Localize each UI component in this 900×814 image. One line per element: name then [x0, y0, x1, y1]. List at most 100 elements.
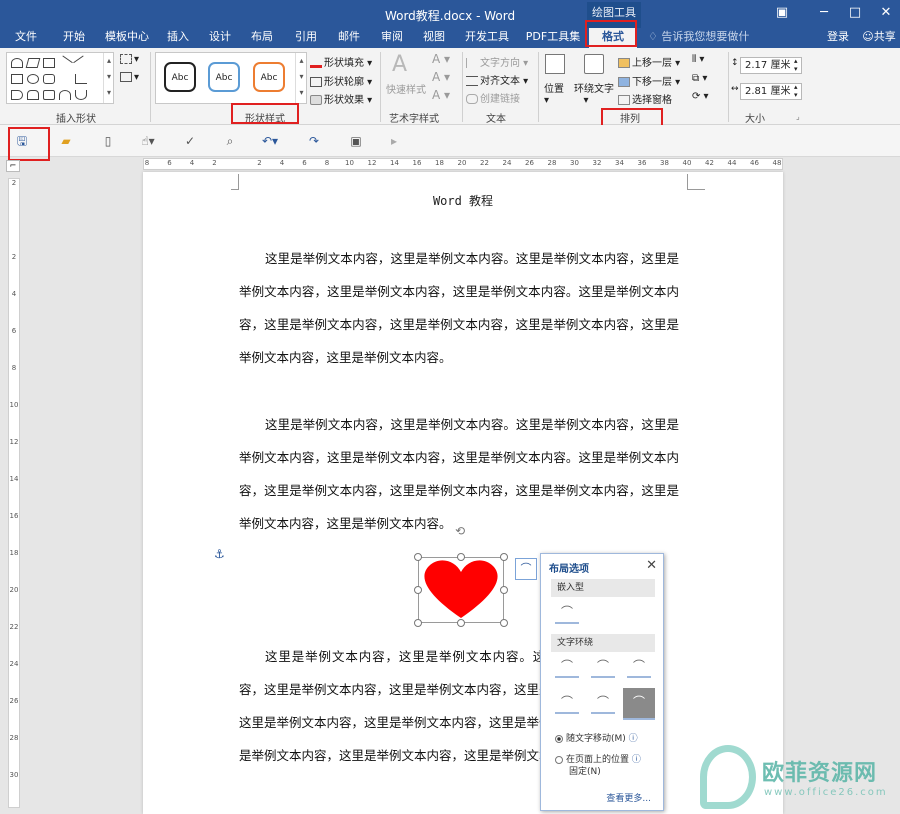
- position-button[interactable]: 位置 ▾: [544, 80, 564, 106]
- heart-shape[interactable]: [418, 557, 504, 623]
- text-direction-button[interactable]: 文字方向 ▾: [466, 54, 528, 69]
- style-preview-blue[interactable]: Abc: [208, 62, 240, 92]
- arc-shape-icon[interactable]: [59, 90, 71, 100]
- heart-shape-icon[interactable]: [11, 58, 23, 68]
- shape-outline-button[interactable]: 形状轮廓 ▾: [310, 73, 372, 88]
- anchor-icon[interactable]: ⚓: [214, 547, 225, 561]
- triangle-shape-icon[interactable]: [59, 74, 71, 84]
- wrap-behind-text-icon[interactable]: ⌒: [591, 694, 615, 714]
- wrap-inline-icon[interactable]: ⌒: [555, 604, 579, 624]
- tab-insert[interactable]: 插入: [162, 28, 194, 48]
- tab-layout[interactable]: 布局: [246, 28, 278, 48]
- resize-handle-s[interactable]: [457, 619, 465, 627]
- width-input[interactable]: 2.81 厘米: [740, 83, 802, 100]
- quick-styles-button[interactable]: 快速样式: [386, 81, 426, 96]
- info-icon[interactable]: ⓘ: [629, 734, 638, 744]
- share-button[interactable]: ☺共享: [858, 28, 900, 48]
- resize-handle-sw[interactable]: [414, 619, 422, 627]
- shape-fill-button[interactable]: 形状填充 ▾: [310, 54, 372, 69]
- wrap-tight-icon[interactable]: ⌒: [591, 658, 615, 678]
- tab-pdf-tools[interactable]: PDF工具集: [524, 28, 582, 48]
- line-shape-icon[interactable]: [57, 55, 73, 71]
- layout-options-button[interactable]: ⌒: [515, 558, 537, 580]
- resize-handle-n[interactable]: [457, 553, 465, 561]
- minimize-button[interactable]: ─: [812, 4, 836, 22]
- document-page[interactable]: Word 教程 这里是举例文本内容，这里是举例文本内容。这里是举例文本内容，这里…: [143, 172, 783, 814]
- curve-shape-icon[interactable]: [75, 90, 87, 100]
- rotation-handle-icon[interactable]: ⟲: [455, 524, 465, 538]
- elbow-connector-shape-icon[interactable]: [75, 74, 87, 84]
- tab-view[interactable]: 视图: [418, 28, 450, 48]
- spelling-check-icon[interactable]: ✓: [182, 133, 198, 149]
- resize-handle-e[interactable]: [500, 586, 508, 594]
- gallery-scroll[interactable]: ▴ ▾ ▾: [103, 53, 114, 103]
- flowchart-shape-icon[interactable]: [43, 90, 55, 100]
- tab-review[interactable]: 审阅: [376, 28, 408, 48]
- see-more-link[interactable]: 查看更多...: [606, 791, 651, 804]
- shape-effects-button[interactable]: 形状效果 ▾: [310, 91, 372, 106]
- paragraph-1[interactable]: 这里是举例文本内容，这里是举例文本内容。这里是举例文本内容，这里是举例文本内容，…: [239, 242, 679, 374]
- align-button[interactable]: ⫴ ▾: [692, 54, 704, 65]
- parallelogram-shape-icon[interactable]: [25, 58, 41, 68]
- maximize-button[interactable]: □: [843, 4, 867, 22]
- login-link[interactable]: 登录: [822, 28, 854, 48]
- bring-forward-button[interactable]: 上移一层 ▾: [618, 54, 680, 69]
- rectangle-shape-icon[interactable]: [43, 58, 55, 68]
- horizontal-ruler[interactable]: 8 6 4 2 2 4 6 8 10 12 14 16 18 20 22 24 26 28 30 32 34 36 38 40…: [143, 158, 783, 170]
- arrow-shape-icon[interactable]: [11, 90, 23, 100]
- radio-fix-position[interactable]: [555, 755, 563, 764]
- more-commands-icon[interactable]: ▸: [386, 133, 402, 149]
- send-backward-button[interactable]: 下移一层 ▾: [618, 73, 680, 88]
- tab-design[interactable]: 设计: [204, 28, 236, 48]
- ribbon-display-icon[interactable]: ▣: [770, 4, 794, 22]
- tell-me-search[interactable]: ♢ 告诉我您想要做什么...: [648, 28, 768, 61]
- styles-scroll[interactable]: ▴ ▾ ▾: [295, 53, 307, 103]
- width-spinner[interactable]: ▴ ▾: [794, 83, 798, 99]
- group-button[interactable]: ⧉ ▾: [692, 73, 707, 84]
- option-move-with-text[interactable]: 随文字移动(M) ⓘ: [555, 731, 638, 744]
- vertical-ruler[interactable]: 2 2 4 6 8 10 12 14 16 18 20 22 24 26 28 30: [8, 178, 20, 808]
- redo-icon[interactable]: ↷: [306, 133, 322, 149]
- resize-handle-se[interactable]: [500, 619, 508, 627]
- rect-shape-icon-2[interactable]: [11, 74, 23, 84]
- size-dialog-launcher-icon[interactable]: ⌟: [796, 112, 800, 121]
- text-box-button[interactable]: ▾: [120, 72, 139, 83]
- touch-mode-icon[interactable]: ☝▾: [140, 133, 156, 149]
- tab-selector-icon[interactable]: ⌐: [6, 160, 20, 172]
- selection-pane-button[interactable]: 选择窗格: [618, 91, 672, 106]
- wrap-text-button[interactable]: 环绕文字 ▾: [574, 80, 614, 106]
- close-icon[interactable]: ✕: [646, 558, 657, 573]
- document-title[interactable]: Word 教程: [143, 192, 783, 209]
- tab-developer[interactable]: 开发工具: [462, 28, 512, 48]
- wrap-square-icon[interactable]: ⌒: [555, 658, 579, 678]
- undo-icon[interactable]: ↶▾: [262, 133, 278, 149]
- shape-gallery[interactable]: ▴ ▾ ▾: [6, 52, 114, 104]
- tab-templates[interactable]: 模板中心: [100, 28, 154, 48]
- close-button[interactable]: ✕: [874, 4, 898, 22]
- info-icon-2[interactable]: ⓘ: [632, 755, 641, 765]
- paragraph-2[interactable]: 这里是举例文本内容，这里是举例文本内容。这里是举例文本内容，这里是举例文本内容，…: [239, 408, 679, 540]
- tab-home[interactable]: 开始: [55, 28, 93, 48]
- create-link-button[interactable]: 创建链接: [466, 90, 520, 105]
- align-text-button[interactable]: 对齐文本 ▾: [466, 72, 528, 87]
- height-input[interactable]: 2.17 厘米: [740, 57, 802, 74]
- shape-styles-gallery[interactable]: Abc Abc Abc ▴ ▾ ▾: [155, 52, 307, 104]
- resize-handle-nw[interactable]: [414, 553, 422, 561]
- tab-file[interactable]: 文件: [8, 28, 44, 48]
- open-folder-icon[interactable]: ▰: [58, 133, 74, 149]
- print-preview-icon[interactable]: ⌕: [222, 133, 238, 149]
- wrap-through-icon[interactable]: ⌒: [627, 658, 651, 678]
- tab-references[interactable]: 引用: [290, 28, 322, 48]
- new-document-icon[interactable]: ▯: [100, 133, 116, 149]
- rounded-rect-shape-icon[interactable]: [43, 74, 55, 84]
- customize-toolbar-icon[interactable]: ▣: [348, 133, 364, 149]
- text-fill-icon[interactable]: A ▾: [432, 52, 450, 66]
- style-preview-orange[interactable]: Abc: [253, 62, 285, 92]
- radio-move-with-text[interactable]: [555, 734, 563, 743]
- text-effects-icon[interactable]: A ▾: [432, 88, 450, 102]
- resize-handle-w[interactable]: [414, 586, 422, 594]
- text-outline-icon[interactable]: A ▾: [432, 70, 450, 84]
- tab-mailings[interactable]: 邮件: [333, 28, 365, 48]
- wrap-top-bottom-icon[interactable]: ⌒: [555, 694, 579, 714]
- rotate-button[interactable]: ⟳ ▾: [692, 91, 709, 102]
